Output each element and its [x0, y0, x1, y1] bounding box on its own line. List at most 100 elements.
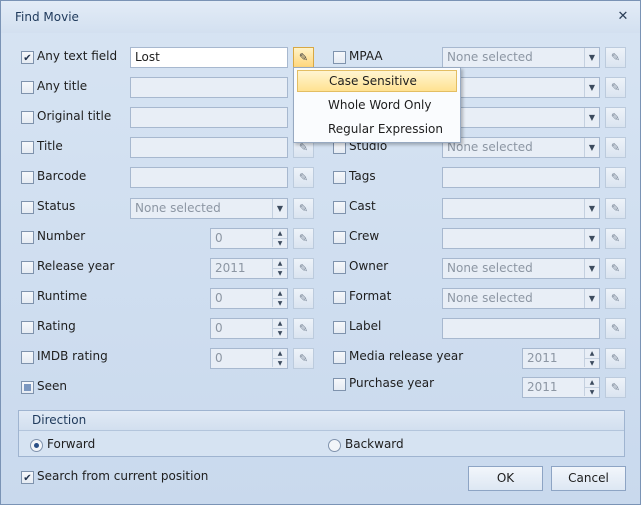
search-options-icon[interactable]: ✎	[605, 348, 626, 369]
checkbox-rating[interactable]	[21, 321, 34, 334]
spin-up-icon[interactable]: ▲	[272, 229, 287, 238]
checkbox-media-release-year[interactable]	[333, 351, 346, 364]
spin-down-icon[interactable]: ▼	[272, 238, 287, 247]
spin-up-icon[interactable]: ▲	[584, 378, 599, 387]
chevron-down-icon[interactable]: ▼	[584, 108, 599, 127]
mpaa-dropdown[interactable]: None selected ▼	[442, 47, 600, 68]
chevron-down-icon[interactable]: ▼	[584, 289, 599, 308]
menu-item-regular-expression[interactable]: Regular Expression	[297, 118, 457, 140]
chevron-down-icon[interactable]: ▼	[584, 138, 599, 157]
search-options-icon[interactable]: ✎	[605, 198, 626, 219]
spin-down-icon[interactable]: ▼	[272, 268, 287, 277]
search-options-icon[interactable]: ✎	[605, 167, 626, 188]
close-icon[interactable]: ✕	[614, 8, 632, 26]
checkbox-any-title[interactable]	[21, 81, 34, 94]
checkbox-cast[interactable]	[333, 201, 346, 214]
status-dropdown-value: None selected	[135, 201, 221, 215]
search-options-icon[interactable]: ✎	[293, 288, 314, 309]
studio-dropdown[interactable]: None selected ▼	[442, 137, 600, 158]
format-dropdown[interactable]: None selected ▼	[442, 288, 600, 309]
checkbox-search-from-current[interactable]	[21, 471, 34, 484]
owner-dropdown[interactable]: None selected ▼	[442, 258, 600, 279]
hidden-dropdown-row-3[interactable]: ▼	[442, 107, 600, 128]
status-dropdown[interactable]: None selected ▼	[130, 198, 288, 219]
search-options-icon[interactable]: ✎	[293, 258, 314, 279]
label-cast: Cast	[349, 199, 376, 213]
tags-input[interactable]	[442, 167, 600, 188]
ok-button[interactable]: OK	[468, 466, 543, 491]
chevron-down-icon[interactable]: ▼	[584, 48, 599, 67]
checkbox-runtime[interactable]	[21, 291, 34, 304]
search-options-icon[interactable]: ✎	[293, 47, 314, 68]
search-options-icon[interactable]: ✎	[293, 228, 314, 249]
spin-up-icon[interactable]: ▲	[584, 349, 599, 358]
spin-up-icon[interactable]: ▲	[272, 289, 287, 298]
search-options-icon[interactable]: ✎	[605, 377, 626, 398]
checkbox-tags[interactable]	[333, 171, 346, 184]
original-title-input[interactable]	[130, 107, 288, 128]
release-year-stepper[interactable]: 2011 ▲ ▼	[210, 258, 288, 279]
crew-dropdown[interactable]: ▼	[442, 228, 600, 249]
chevron-down-icon[interactable]: ▼	[584, 78, 599, 97]
checkbox-status[interactable]	[21, 201, 34, 214]
number-stepper[interactable]: 0 ▲ ▼	[210, 228, 288, 249]
cast-dropdown[interactable]: ▼	[442, 198, 600, 219]
rating-value: 0	[215, 321, 223, 335]
hidden-dropdown-row-2[interactable]: ▼	[442, 77, 600, 98]
any-text-field-input[interactable]: Lost	[130, 47, 288, 68]
checkbox-owner[interactable]	[333, 261, 346, 274]
rating-stepper[interactable]: 0 ▲ ▼	[210, 318, 288, 339]
owner-dropdown-value: None selected	[447, 261, 533, 275]
search-options-icon[interactable]: ✎	[605, 288, 626, 309]
search-options-icon[interactable]: ✎	[605, 47, 626, 68]
menu-item-case-sensitive[interactable]: Case Sensitive	[297, 70, 457, 92]
search-options-icon[interactable]: ✎	[605, 228, 626, 249]
checkbox-release-year[interactable]	[21, 261, 34, 274]
purchase-year-stepper[interactable]: 2011 ▲ ▼	[522, 377, 600, 398]
search-options-icon[interactable]: ✎	[605, 137, 626, 158]
checkbox-label[interactable]	[333, 321, 346, 334]
search-options-icon[interactable]: ✎	[293, 198, 314, 219]
chevron-down-icon[interactable]: ▼	[584, 259, 599, 278]
spin-up-icon[interactable]: ▲	[272, 319, 287, 328]
spin-up-icon[interactable]: ▲	[272, 259, 287, 268]
title-input[interactable]	[130, 137, 288, 158]
search-options-icon[interactable]: ✎	[605, 258, 626, 279]
chevron-down-icon[interactable]: ▼	[272, 199, 287, 218]
spin-down-icon[interactable]: ▼	[272, 298, 287, 307]
runtime-stepper[interactable]: 0 ▲ ▼	[210, 288, 288, 309]
any-title-input[interactable]	[130, 77, 288, 98]
chevron-down-icon[interactable]: ▼	[584, 229, 599, 248]
spin-down-icon[interactable]: ▼	[272, 358, 287, 367]
media-release-year-stepper[interactable]: 2011 ▲ ▼	[522, 348, 600, 369]
search-options-icon[interactable]: ✎	[605, 77, 626, 98]
spin-down-icon[interactable]: ▼	[584, 387, 599, 396]
search-options-icon[interactable]: ✎	[293, 167, 314, 188]
search-options-icon[interactable]: ✎	[293, 318, 314, 339]
checkbox-seen[interactable]	[21, 381, 34, 394]
radio-backward[interactable]	[328, 439, 341, 452]
checkbox-mpaa[interactable]	[333, 51, 346, 64]
spin-up-icon[interactable]: ▲	[272, 349, 287, 358]
checkbox-title[interactable]	[21, 141, 34, 154]
spin-down-icon[interactable]: ▼	[584, 358, 599, 367]
menu-item-whole-word-only[interactable]: Whole Word Only	[297, 94, 457, 116]
checkbox-original-title[interactable]	[21, 111, 34, 124]
checkbox-barcode[interactable]	[21, 171, 34, 184]
imdb-rating-stepper[interactable]: 0 ▲ ▼	[210, 348, 288, 369]
checkbox-purchase-year[interactable]	[333, 378, 346, 391]
checkbox-any-text-field[interactable]	[21, 51, 34, 64]
search-options-icon[interactable]: ✎	[605, 318, 626, 339]
label-input[interactable]	[442, 318, 600, 339]
search-options-icon[interactable]: ✎	[293, 348, 314, 369]
chevron-down-icon[interactable]: ▼	[584, 199, 599, 218]
search-options-icon[interactable]: ✎	[605, 107, 626, 128]
checkbox-imdb-rating[interactable]	[21, 351, 34, 364]
cancel-button[interactable]: Cancel	[551, 466, 626, 491]
radio-forward[interactable]	[30, 439, 43, 452]
spin-down-icon[interactable]: ▼	[272, 328, 287, 337]
checkbox-crew[interactable]	[333, 231, 346, 244]
checkbox-number[interactable]	[21, 231, 34, 244]
checkbox-format[interactable]	[333, 291, 346, 304]
barcode-input[interactable]	[130, 167, 288, 188]
